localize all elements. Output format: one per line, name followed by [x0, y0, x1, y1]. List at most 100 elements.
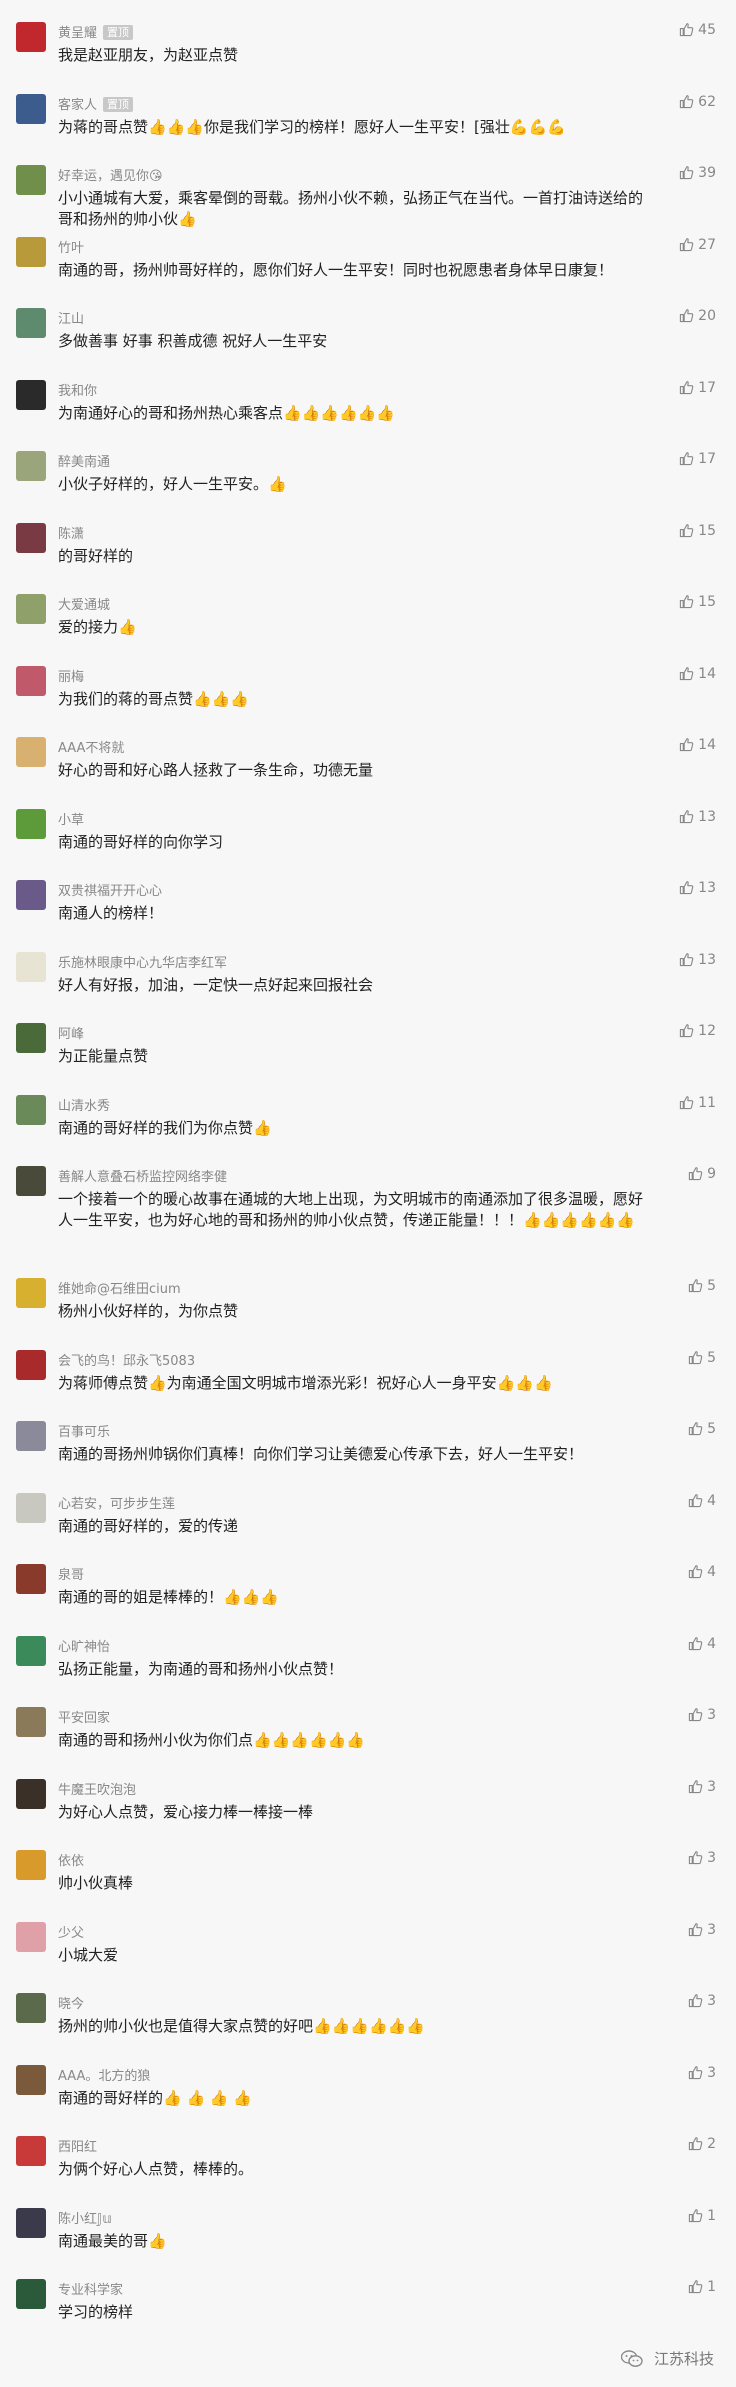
like-button[interactable]: 4 — [688, 1564, 716, 1580]
like-button[interactable]: 5 — [688, 1278, 716, 1294]
avatar[interactable] — [16, 951, 46, 982]
avatar[interactable] — [16, 1023, 46, 1053]
like-icon — [688, 2137, 703, 2151]
like-count: 2 — [707, 2136, 716, 2152]
avatar[interactable] — [16, 2279, 46, 2309]
avatar[interactable] — [16, 451, 46, 481]
like-icon — [688, 1922, 703, 1936]
comment-nickname: 泉哥 — [58, 1568, 85, 1583]
like-button[interactable]: 17 — [679, 380, 716, 396]
comment-nickname: 百事可乐 — [58, 1425, 111, 1440]
comment-item: 牛魔王吹泡泡 为好心人点赞，爱心接力棒一棒接一棒 3 — [0, 1771, 736, 1843]
avatar[interactable] — [16, 1564, 46, 1594]
avatar[interactable] — [16, 880, 46, 910]
avatar[interactable] — [16, 1166, 46, 1196]
like-button[interactable]: 3 — [688, 1850, 716, 1866]
like-button[interactable]: 27 — [679, 237, 716, 253]
like-icon — [688, 1493, 703, 1507]
like-button[interactable]: 4 — [688, 1636, 716, 1652]
avatar[interactable] — [16, 22, 46, 52]
like-icon — [680, 952, 694, 966]
like-icon — [688, 1636, 703, 1650]
like-button[interactable]: 3 — [688, 2065, 716, 2081]
like-button[interactable]: 15 — [679, 523, 716, 539]
avatar[interactable] — [16, 1635, 46, 1666]
like-button[interactable]: 1 — [688, 2279, 716, 2295]
like-icon — [688, 2280, 703, 2294]
like-button[interactable]: 20 — [679, 308, 716, 324]
like-count: 45 — [698, 22, 716, 38]
like-button[interactable]: 45 — [679, 22, 716, 38]
avatar[interactable] — [16, 236, 46, 267]
like-count: 1 — [707, 2207, 716, 2224]
like-button[interactable]: 1 — [688, 2208, 716, 2224]
like-count: 20 — [698, 308, 716, 324]
avatar[interactable] — [16, 1850, 46, 1880]
like-count: 1 — [707, 2279, 716, 2295]
comment-text: 南通的哥和扬州小伙为你们点👍👍👍👍👍👍 — [58, 1731, 366, 1749]
avatar[interactable] — [16, 2064, 46, 2095]
like-count: 12 — [698, 1023, 716, 1039]
like-button[interactable]: 15 — [679, 594, 716, 610]
like-button[interactable]: 5 — [688, 1350, 716, 1366]
avatar[interactable] — [16, 1778, 46, 1809]
like-icon — [688, 2208, 703, 2222]
like-count: 4 — [707, 1564, 716, 1580]
avatar[interactable] — [16, 1349, 46, 1380]
comment-item: 阿峰 为正能量点赞 12 — [0, 1015, 736, 1087]
avatar[interactable] — [16, 1707, 46, 1737]
like-button[interactable]: 13 — [679, 809, 716, 825]
avatar[interactable] — [16, 2207, 46, 2238]
avatar[interactable] — [16, 737, 46, 767]
like-button[interactable]: 3 — [688, 1922, 716, 1938]
avatar[interactable] — [16, 1421, 46, 1451]
like-button[interactable]: 11 — [679, 1095, 716, 1111]
like-button[interactable]: 4 — [688, 1493, 716, 1509]
like-button[interactable]: 3 — [688, 1779, 716, 1795]
comment-item: 大爱通城 爱的接力👍 15 — [0, 586, 736, 658]
like-button[interactable]: 2 — [688, 2136, 716, 2152]
comment-nickname: 少父 — [58, 1925, 85, 1941]
avatar[interactable] — [16, 93, 46, 124]
avatar[interactable] — [16, 379, 46, 410]
like-button[interactable]: 17 — [679, 451, 716, 467]
like-button[interactable]: 13 — [679, 952, 716, 968]
avatar[interactable] — [16, 665, 46, 696]
like-button[interactable]: 39 — [679, 165, 716, 181]
avatar[interactable] — [16, 1278, 46, 1308]
comment-text: 为俩个好心人点赞，棒棒的。 — [58, 2160, 254, 2178]
comment-nickname: AAA不将就 — [58, 741, 125, 756]
avatar[interactable] — [16, 594, 46, 624]
avatar[interactable] — [16, 808, 46, 839]
comment-nickname: 双贵祺福开开心心 — [58, 884, 163, 899]
comment-text: 为蒋的哥点赞👍👍👍你是我们学习的榜样！愿好人一生平安！[强壮💪💪💪 — [58, 117, 566, 136]
comment-item: 醉美南通 小伙子好样的，好人一生平安。👍 17 — [0, 443, 736, 515]
like-button[interactable]: 12 — [679, 1023, 716, 1039]
avatar[interactable] — [16, 1993, 46, 2023]
wechat-logo-icon — [621, 2350, 643, 2367]
comment-text: 小小通城有大爱，乘客晕倒的哥载。扬州小伙不赖，弘扬正气在当代。一首打油诗送给的哥… — [58, 189, 644, 228]
like-button[interactable]: 14 — [679, 737, 716, 753]
avatar[interactable] — [16, 165, 46, 195]
like-button[interactable]: 9 — [688, 1166, 716, 1182]
comment-text: 南通的哥好样的，爱的传递 — [58, 1516, 239, 1535]
comment-nickname: 阿峰 — [58, 1027, 85, 1042]
like-button[interactable]: 5 — [688, 1421, 716, 1437]
avatar[interactable] — [16, 1094, 46, 1125]
comment-text: 南通的哥好样的我们为你点赞👍 — [58, 1118, 272, 1137]
avatar[interactable] — [16, 308, 46, 338]
like-button[interactable]: 3 — [688, 1993, 716, 2009]
like-count: 4 — [707, 1492, 716, 1509]
like-button[interactable]: 62 — [679, 94, 716, 110]
like-button[interactable]: 13 — [679, 880, 716, 896]
like-count: 17 — [698, 451, 716, 467]
avatar[interactable] — [16, 522, 46, 553]
avatar[interactable] — [16, 1921, 46, 1952]
like-icon — [680, 1095, 694, 1109]
like-button[interactable]: 14 — [679, 666, 716, 682]
like-icon — [680, 738, 694, 752]
like-button[interactable]: 3 — [688, 1707, 716, 1723]
avatar[interactable] — [16, 1492, 46, 1523]
comment-nickname: 乐施林眼康中心九华店李红军 — [58, 955, 228, 971]
avatar[interactable] — [16, 2136, 46, 2166]
